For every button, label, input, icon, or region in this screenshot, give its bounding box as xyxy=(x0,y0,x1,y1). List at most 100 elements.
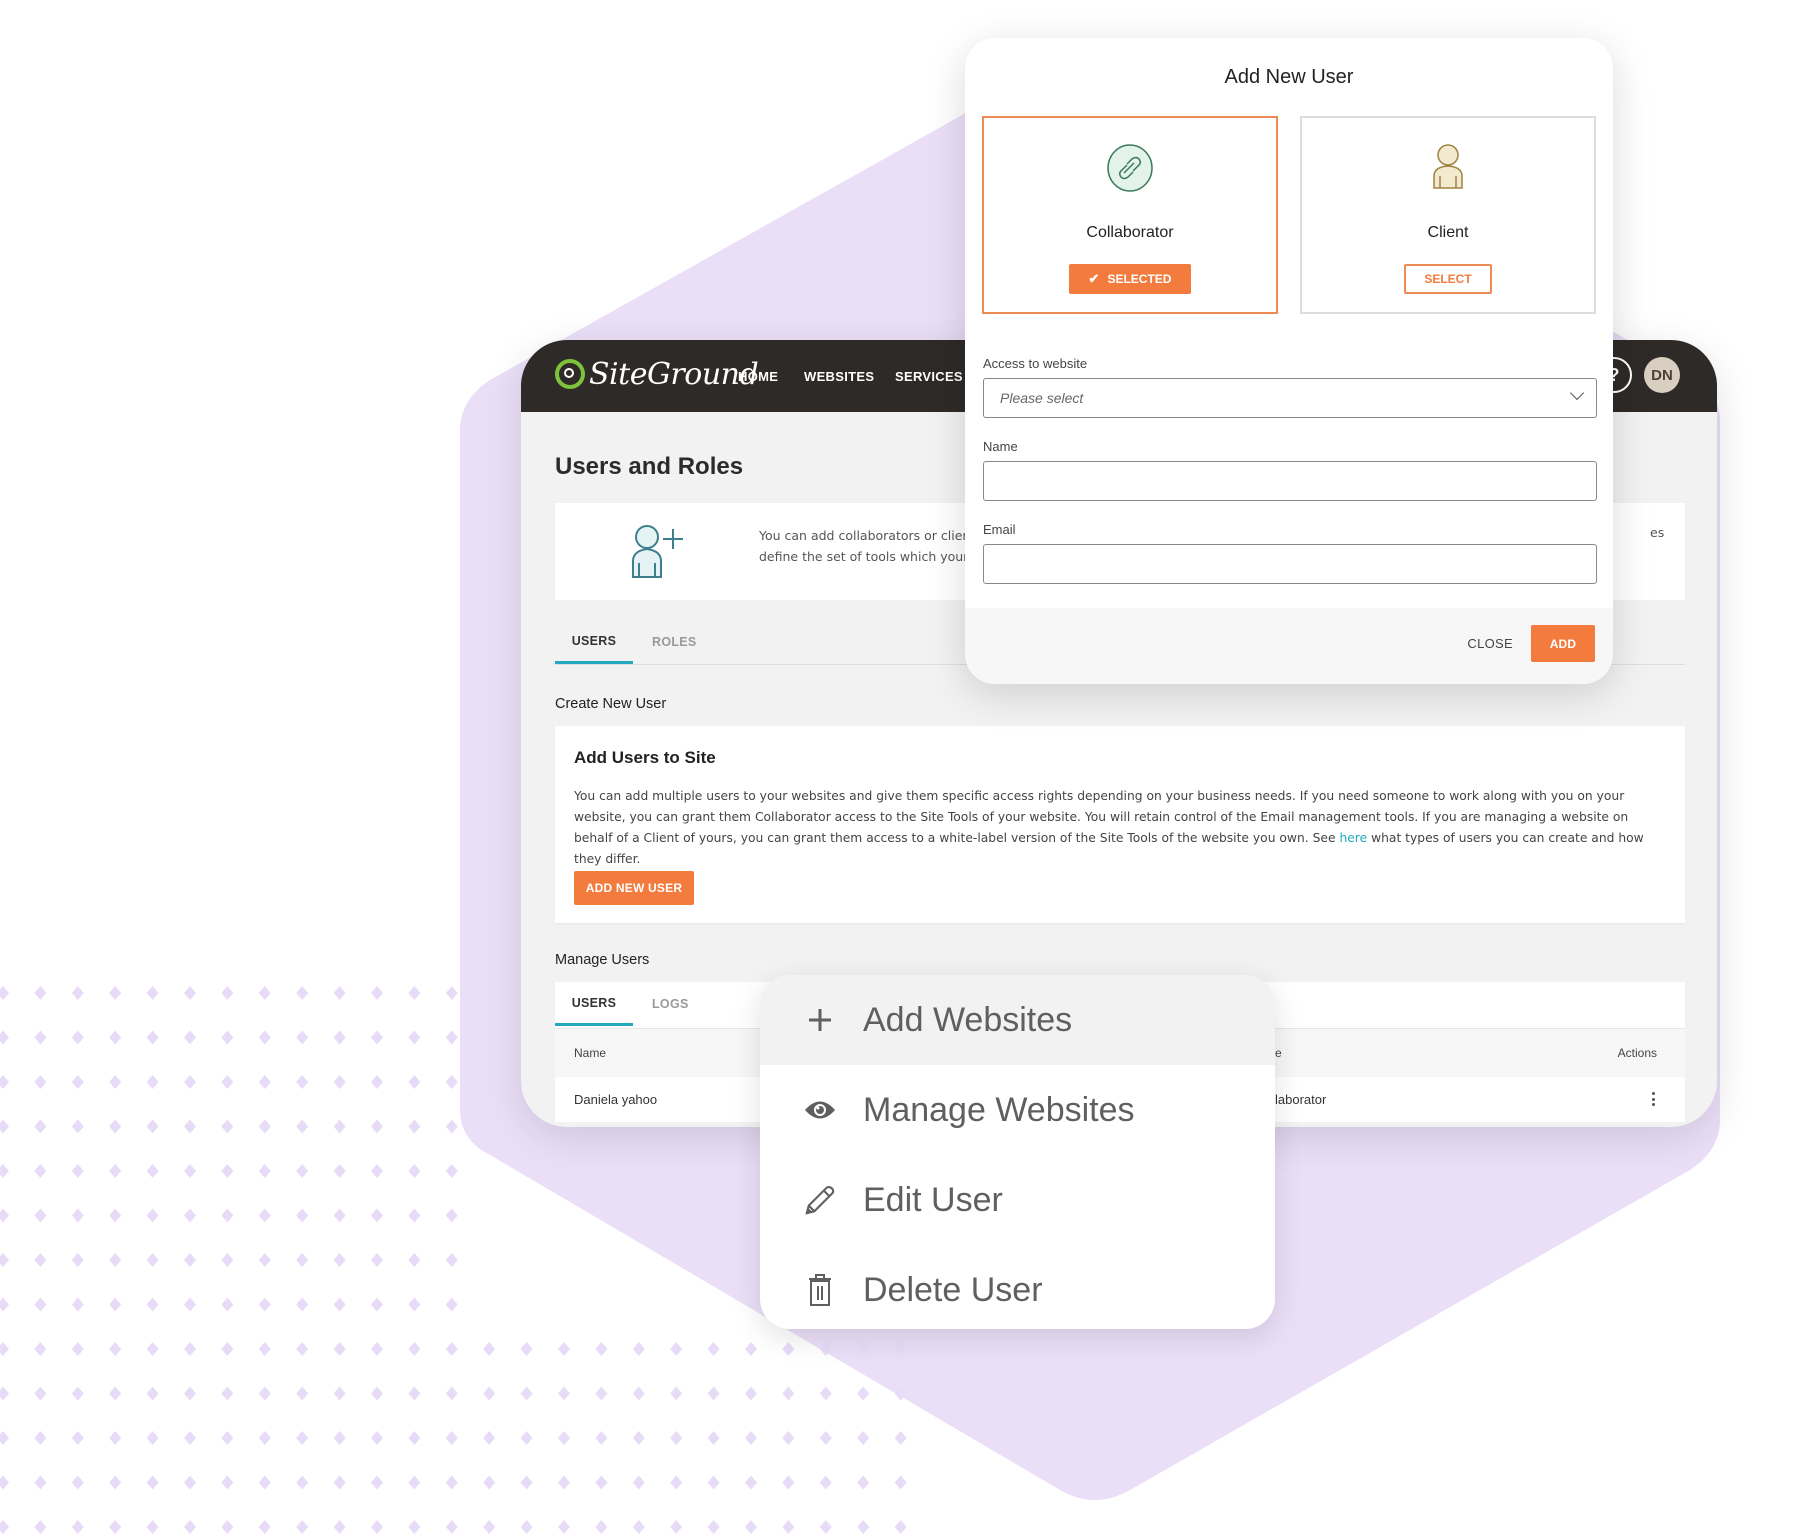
here-link[interactable]: here xyxy=(1339,831,1367,845)
decor-dot xyxy=(296,1475,309,1490)
name-label: Name xyxy=(983,439,1018,454)
decor-dot xyxy=(296,1030,309,1045)
decor-dot xyxy=(894,1431,907,1445)
decor-dot xyxy=(34,1386,47,1401)
column-actions: Actions xyxy=(1617,1046,1657,1060)
decor-dot xyxy=(894,1386,907,1401)
add-new-user-button[interactable]: ADD NEW USER xyxy=(574,871,694,905)
decor-dot xyxy=(221,986,234,1000)
decor-dot xyxy=(445,1253,458,1267)
decor-dot xyxy=(184,1520,196,1534)
tab-users[interactable]: USERS xyxy=(555,620,633,664)
decor-dot xyxy=(146,1208,159,1223)
decor-dot xyxy=(408,1030,421,1045)
decor-dot xyxy=(595,1431,608,1445)
decor-dot xyxy=(857,1475,870,1490)
decor-dot xyxy=(71,1208,84,1223)
decor-dot xyxy=(296,1164,309,1178)
user-avatar[interactable]: DN xyxy=(1644,357,1680,393)
decor-dot xyxy=(632,1386,645,1401)
decor-dot xyxy=(0,1431,9,1445)
menu-item-edit-user[interactable]: Edit User xyxy=(760,1155,1275,1245)
decor-dot xyxy=(34,1297,47,1312)
nav-websites[interactable]: WEBSITES xyxy=(804,340,874,412)
decor-dot xyxy=(258,1253,271,1267)
decor-dot xyxy=(109,1253,122,1267)
trash-icon xyxy=(804,1274,836,1306)
logo-swirl-icon xyxy=(555,359,585,389)
decor-dot xyxy=(670,1520,683,1534)
close-button[interactable]: CLOSE xyxy=(1467,636,1513,651)
email-label: Email xyxy=(983,522,1016,537)
decor-dot xyxy=(0,986,9,1000)
tab-manage-users[interactable]: USERS xyxy=(555,982,633,1026)
menu-item-delete-user[interactable]: Delete User xyxy=(760,1245,1275,1329)
menu-item-manage-websites[interactable]: Manage Websites xyxy=(760,1065,1275,1155)
add-button[interactable]: ADD xyxy=(1531,625,1595,662)
decor-dot xyxy=(408,1386,421,1401)
decor-dot xyxy=(0,1297,9,1312)
decor-dot xyxy=(371,1030,383,1045)
decor-dot xyxy=(782,1431,795,1445)
decor-dot xyxy=(632,1475,645,1490)
role-card-collaborator[interactable]: Collaborator ✔ SELECTED xyxy=(982,116,1278,314)
tab-roles[interactable]: ROLES xyxy=(652,620,697,663)
nav-home[interactable]: HOME xyxy=(738,340,778,412)
decor-dot xyxy=(0,1475,9,1490)
person-icon xyxy=(1433,144,1463,189)
decor-dot xyxy=(34,1253,47,1267)
decor-dot xyxy=(34,1520,47,1534)
access-to-website-select[interactable]: Please select xyxy=(983,378,1597,418)
row-actions-kebab-icon[interactable] xyxy=(1651,1092,1655,1106)
nav-services[interactable]: SERVICES xyxy=(895,340,963,412)
decor-dot xyxy=(483,1475,496,1490)
decor-dot xyxy=(483,1431,496,1445)
decor-dot xyxy=(146,1475,159,1490)
decor-dot xyxy=(221,1297,234,1312)
decor-dot xyxy=(146,1520,159,1534)
decor-dot xyxy=(371,1119,383,1134)
decor-dot xyxy=(445,1386,458,1401)
decor-dot xyxy=(296,986,309,1000)
role-card-client[interactable]: Client SELECT xyxy=(1300,116,1596,314)
decor-dot xyxy=(296,1297,309,1312)
decor-dot xyxy=(34,1342,47,1356)
decor-dot xyxy=(707,1386,720,1401)
decor-dot xyxy=(371,1208,383,1223)
decor-dot xyxy=(221,1253,234,1267)
decor-dot xyxy=(371,1431,383,1445)
decor-dot xyxy=(71,1075,84,1089)
decor-dot xyxy=(34,1030,47,1045)
decor-dot xyxy=(483,1386,496,1401)
decor-dot xyxy=(146,1431,159,1445)
menu-item-add-websites[interactable]: Add Websites xyxy=(760,975,1275,1065)
decor-dot xyxy=(670,1342,683,1356)
siteground-logo[interactable]: SiteGround xyxy=(555,354,759,394)
user-name-cell: Daniela yahoo xyxy=(574,1091,658,1107)
email-input[interactable] xyxy=(983,544,1597,584)
decor-dot xyxy=(34,1164,47,1178)
decor-dot xyxy=(745,1520,757,1534)
decor-dot xyxy=(221,1475,234,1490)
decor-dot xyxy=(0,1253,9,1267)
select-client-button[interactable]: SELECT xyxy=(1404,264,1492,294)
decor-dot xyxy=(445,1164,458,1178)
decor-dot xyxy=(0,1075,9,1089)
modal-title: Add New User xyxy=(1224,66,1354,88)
name-input[interactable] xyxy=(983,461,1597,501)
add-users-title: Add Users to Site xyxy=(574,748,716,767)
decor-dot xyxy=(109,1164,122,1178)
decor-dot xyxy=(520,1475,533,1490)
decor-dot xyxy=(296,1253,309,1267)
decor-dot xyxy=(258,1297,271,1312)
decor-dot xyxy=(71,1431,84,1445)
selected-button[interactable]: ✔ SELECTED xyxy=(1069,264,1191,294)
decor-dot xyxy=(819,1342,832,1356)
eye-icon xyxy=(804,1094,836,1126)
decor-dot xyxy=(894,1475,907,1490)
decor-dot xyxy=(184,1030,196,1045)
decor-dot xyxy=(408,1431,421,1445)
decor-dot xyxy=(707,1431,720,1445)
decor-dot xyxy=(258,986,271,1000)
tab-logs[interactable]: LOGS xyxy=(652,982,689,1025)
